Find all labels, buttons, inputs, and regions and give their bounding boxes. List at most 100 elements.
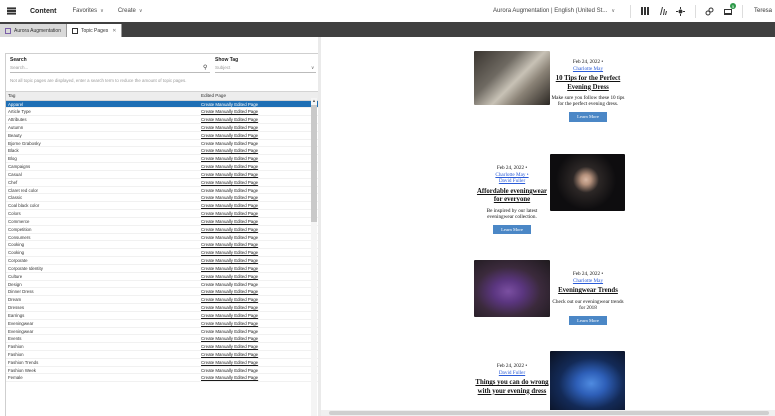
table-row[interactable]: Events Create Manually Edited Page [6,335,318,344]
favorites-menu[interactable]: Favorites ∨ [72,8,103,14]
create-menu[interactable]: Create ∨ [118,8,143,14]
create-page-link[interactable]: Create Manually Edited Page [201,343,318,350]
article-title[interactable]: Things you can do wrong with your evenin… [474,379,550,396]
table-row[interactable]: Cooking Create Manually Edited Page [6,241,318,250]
table-row[interactable]: Corporate Identity Create Manually Edited… [6,265,318,273]
article-image[interactable] [474,51,550,105]
table-row[interactable]: Corporate Create Manually Edited Page [6,257,318,265]
chevron-down-icon[interactable]: ∨ [311,65,314,71]
create-page-link[interactable]: Create Manually Edited Page [201,335,318,342]
show-tag-select[interactable]: Subject [215,64,316,73]
table-row[interactable]: Classic Create Manually Edited Page [6,194,318,203]
article-image[interactable] [550,351,625,416]
table-row[interactable]: Apparel Create Manually Edited Page [6,100,318,109]
author-link[interactable]: Charlotte May • [474,172,550,179]
create-page-link[interactable]: Create Manually Edited Page [201,234,318,241]
create-page-link[interactable]: Create Manually Edited Page [201,257,318,264]
table-row[interactable]: Fashion Create Manually Edited Page [6,351,318,359]
author-link[interactable]: Charlotte May [550,278,626,285]
learn-more-button[interactable]: Learn More [569,315,607,326]
create-page-link[interactable]: Create Manually Edited Page [201,155,318,162]
horizontal-scrollbar[interactable] [321,410,775,416]
table-row[interactable]: Blog Create Manually Edited Page [6,155,318,164]
create-page-link[interactable]: Create Manually Edited Page [201,132,318,139]
create-page-link[interactable]: Create Manually Edited Page [201,367,318,374]
create-page-link[interactable]: Create Manually Edited Page [201,312,318,319]
create-page-link[interactable]: Create Manually Edited Page [201,296,318,303]
article-title[interactable]: Eveningwear Trends [550,287,626,295]
table-row[interactable]: Eveningwear Create Manually Edited Page [6,328,318,336]
grid-icon[interactable] [638,4,652,18]
table-row[interactable]: Campaigns Create Manually Edited Page [6,163,318,171]
create-page-link[interactable]: Create Manually Edited Page [201,328,318,335]
create-page-link[interactable]: Create Manually Edited Page [201,108,318,115]
link-icon[interactable] [703,4,717,18]
column-tag[interactable]: Tag [6,92,201,100]
app-name[interactable]: Content [30,8,56,15]
target-icon[interactable] [674,4,688,18]
table-row[interactable]: Autumn Create Manually Edited Page [6,124,318,132]
search-icon[interactable]: ⚲ [203,64,207,71]
create-page-link[interactable]: Create Manually Edited Page [201,202,318,209]
create-page-link[interactable]: Create Manually Edited Page [201,359,318,366]
library-icon[interactable] [656,4,670,18]
article-image[interactable] [474,260,550,317]
create-page-link[interactable]: Create Manually Edited Page [201,304,318,311]
create-page-link[interactable]: Create Manually Edited Page [201,187,318,194]
create-page-link[interactable]: Create Manually Edited Page [201,288,318,295]
table-row[interactable]: Attributes Create Manually Edited Page [6,116,318,124]
create-page-link[interactable]: Create Manually Edited Page [201,124,318,131]
article-title[interactable]: Affordable eveningwear for everyone [474,188,550,205]
table-row[interactable]: Coal black color Create Manually Edited P… [6,202,318,211]
author-link[interactable]: Charlotte May [550,66,626,73]
table-row[interactable]: Beauty Create Manually Edited Page [6,132,318,140]
user-menu[interactable]: Teresa [754,8,772,14]
table-row[interactable]: Fashion Create Manually Edited Page [6,343,318,351]
search-input[interactable]: Search... [10,64,210,73]
table-row[interactable]: Dinner Dress Create Manually Edited Page [6,288,318,297]
table-row[interactable]: Black Create Manually Edited Page [6,147,318,156]
table-row[interactable]: Dresses Create Manually Edited Page [6,304,318,312]
learn-more-button[interactable]: Learn More [569,111,607,122]
close-icon[interactable]: ✕ [112,28,116,34]
create-page-link[interactable]: Create Manually Edited Page [201,374,318,381]
create-page-link[interactable]: Create Manually Edited Page [201,163,318,170]
table-row[interactable]: Design Create Manually Edited Page [6,281,318,289]
create-page-link[interactable]: Create Manually Edited Page [201,147,318,154]
create-page-link[interactable]: Create Manually Edited Page [201,140,318,147]
table-row[interactable]: Bjorne Grabosky Create Manually Edited Pa… [6,140,318,148]
notifications-icon[interactable]: 5 [721,3,736,18]
table-row[interactable]: Colors Create Manually Edited Page [6,210,318,218]
create-page-link[interactable]: Create Manually Edited Page [201,218,318,225]
create-page-link[interactable]: Create Manually Edited Page [201,281,318,288]
table-row[interactable]: Article Type Create Manually Edited Page [6,108,318,117]
column-edited-page[interactable]: Edited Page [201,92,318,100]
create-page-link[interactable]: Create Manually Edited Page [201,116,318,123]
vertical-scrollbar[interactable]: ▲ [311,98,317,416]
create-page-link[interactable]: Create Manually Edited Page [201,265,318,272]
table-row[interactable]: Female Create Manually Edited Page [6,374,318,383]
menu-icon[interactable] [0,0,22,22]
create-page-link[interactable]: Create Manually Edited Page [201,249,318,256]
table-row[interactable]: Commerce Create Manually Edited Page [6,218,318,226]
table-row[interactable]: Earrings Create Manually Edited Page [6,312,318,320]
create-page-link[interactable]: Create Manually Edited Page [201,210,318,217]
article-image[interactable] [550,154,625,211]
tab-topic-pages[interactable]: Topic Pages ✕ [66,24,123,37]
table-row[interactable]: Casual Create Manually Edited Page [6,171,318,179]
table-row[interactable]: Chef Create Manually Edited Page [6,179,318,187]
create-page-link[interactable]: Create Manually Edited Page [201,351,318,358]
create-page-link[interactable]: Create Manually Edited Page [201,241,318,248]
table-row[interactable]: Cooking Create Manually Edited Page [6,249,318,258]
scroll-up-icon[interactable]: ▲ [311,98,317,104]
create-page-link[interactable]: Create Manually Edited Page [201,273,318,280]
create-page-link[interactable]: Create Manually Edited Page [201,194,318,201]
author-link[interactable]: David Fuller [474,178,550,185]
create-page-link[interactable]: Create Manually Edited Page [201,320,318,327]
article-title[interactable]: 10 Tips for the Perfect Evening Dress [550,75,626,92]
scrollbar-thumb[interactable] [311,105,317,222]
learn-more-button[interactable]: Learn More [493,224,531,235]
table-row[interactable]: Competition Create Manually Edited Page [6,226,318,234]
table-row[interactable]: Fashion Trends Create Manually Edited Pag… [6,359,318,367]
table-row[interactable]: Culture Create Manually Edited Page [6,273,318,281]
